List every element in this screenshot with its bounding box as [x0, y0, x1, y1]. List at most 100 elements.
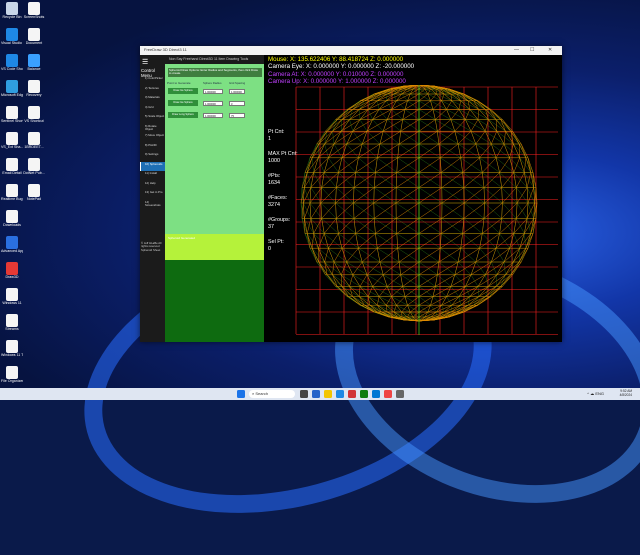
desktop-file-icon	[6, 158, 18, 171]
nav-item[interactable]: 3) Materials	[140, 95, 165, 105]
nav-list: 1) ColorPicker 2) Textures 3) Materials 4) …	[140, 76, 165, 209]
panel-header: Non Say Freehand Direct3D 11 Item Drawin…	[165, 55, 264, 64]
render-viewport[interactable]: Mouse: X: 135.622406 Y: 88.418724 Z: 0.0…	[264, 55, 562, 342]
spacing-input[interactable]: 75	[229, 112, 245, 118]
desktop-file-icon	[6, 314, 18, 327]
nav-item[interactable]: 2) Textures	[140, 86, 165, 96]
stat-label: Pt Cnt:	[268, 129, 285, 135]
stat-block: #Faces: 3274	[268, 195, 287, 209]
draw-sphere-button[interactable]: Draw Ice Sphere	[168, 100, 198, 106]
copyright-text: © Jeff HLaBe All rights reserved Spheroi…	[141, 241, 165, 252]
stat-value: 1634	[268, 180, 280, 186]
stat-label: Sel Pt:	[268, 239, 284, 245]
desktop-icon-label: Email Detail	[2, 171, 22, 175]
nav-extra-label: Spheroid Sheet	[141, 247, 161, 252]
tool-panel: Non Say Freehand Direct3D 11 Item Drawin…	[165, 55, 264, 342]
desktop-file-icon	[28, 106, 40, 119]
desktop-icon-label: Recovery	[26, 93, 42, 97]
nav-item[interactable]: 8) Plot3D	[140, 143, 165, 153]
desktop-icon-label: VS Shortcut	[24, 119, 44, 123]
spacing-input[interactable]: 1.000000	[229, 88, 245, 94]
panel-description: Spheroid Draw Options: Enter Radius and …	[168, 68, 262, 77]
close-button[interactable]: ✕	[548, 47, 552, 53]
draw-sphere-button[interactable]: Draw Long Sphere	[168, 112, 198, 118]
status-band: Spheroid Generated	[165, 234, 264, 260]
settings-icon[interactable]	[396, 390, 404, 398]
stat-label: #Faces:	[268, 195, 288, 201]
desktop-icon-label: Document	[25, 41, 43, 45]
radius-input[interactable]: 1.000000	[203, 88, 223, 94]
radius-input[interactable]: 1.000000	[203, 100, 223, 106]
hamburger-icon[interactable]: ☰	[142, 58, 148, 66]
clock[interactable]: 9:52 AM 4/8/2024	[620, 389, 632, 398]
widgets-icon[interactable]	[312, 390, 320, 398]
header-spacing: Grid Spacing	[229, 81, 246, 85]
stat-value: 37	[268, 224, 274, 230]
nav-item[interactable]: 1) ColorPicker	[140, 76, 165, 86]
desktop-file-icon	[6, 366, 18, 379]
desktop-icon-label: Windows 11 Troubleshoot	[1, 353, 23, 357]
header-radius: Sphere Radius	[203, 81, 222, 85]
desktop-file-icon	[28, 2, 40, 15]
desktop-file-icon	[6, 340, 18, 353]
desktop-icon-label: NotePad	[27, 197, 41, 201]
nav-item[interactable]: 10) Spheroids	[140, 161, 165, 171]
desktop-file-icon	[6, 80, 18, 93]
maximize-button[interactable]: ☐	[530, 47, 534, 53]
search-box[interactable]: ⌕ Search	[249, 390, 295, 398]
stat-block: #Pts: 1634	[268, 173, 280, 187]
spacing-input[interactable]: 3	[229, 100, 245, 106]
desktop-icon-label: DotNet Pub...	[23, 171, 45, 175]
desktop-icon-label: Recycle Bin	[2, 15, 22, 19]
mail-icon[interactable]	[372, 390, 380, 398]
store-icon[interactable]	[348, 390, 356, 398]
desktop-file-icon	[28, 54, 40, 67]
start-icon[interactable]	[237, 390, 245, 398]
draw-sphere-button[interactable]: Draw Ice Sphere	[168, 88, 198, 94]
desktop-file-icon	[28, 158, 40, 171]
desktop-icon-label: Balance	[27, 67, 41, 71]
stat-label: #Groups:	[268, 217, 291, 223]
desktop-icon[interactable]: NotePad	[23, 184, 45, 216]
minimize-button[interactable]: —	[514, 47, 519, 53]
nav-item[interactable]: 7) Move Object	[140, 133, 165, 143]
stat-value: 1	[268, 136, 271, 142]
desktop-file-icon	[6, 54, 18, 67]
nav-item[interactable]: 12) Help	[140, 181, 165, 191]
nav-item[interactable]: 13) Get in Pro	[140, 190, 165, 200]
group-label: Point to Generate	[167, 81, 191, 85]
wireframe-sphere	[295, 85, 558, 335]
clock-date: 4/8/2024	[619, 393, 632, 398]
title-bar[interactable]: FreeDraw 3D Direct3 11 — ☐ ✕	[140, 46, 562, 55]
sphere-mesh	[300, 85, 538, 335]
desktop-file-icon	[6, 288, 18, 301]
edge-icon[interactable]	[336, 390, 344, 398]
panel-title: Non Say Freehand Direct3D 11 Item Drawin…	[169, 57, 249, 61]
app-icon[interactable]	[360, 390, 368, 398]
nav-item[interactable]: 6) Rotate Object	[140, 124, 165, 134]
desktop-file-icon	[6, 106, 18, 119]
window-title: FreeDraw 3D Direct3 11	[144, 47, 187, 52]
camera-up: Camera Up: X: 0.000000 Y: 1.000000 Z: 0.…	[268, 78, 406, 85]
desktop-icon-label: Downloads	[3, 223, 21, 227]
nav-item[interactable]: 11) Install	[140, 171, 165, 181]
desktop-icon-label: Sentinel Shortcut	[1, 119, 23, 123]
nav-item[interactable]: 4) Grid	[140, 105, 165, 115]
system-tray[interactable]: ^ ☁ ENG	[587, 391, 604, 396]
file-explorer-icon[interactable]	[324, 390, 332, 398]
stat-value: 3274	[268, 202, 280, 208]
nav-item[interactable]: 14) Screenshots	[140, 200, 165, 210]
desktop-icon-label: Advanced Apps	[1, 249, 23, 253]
desktop-file-icon	[6, 262, 18, 275]
stat-label: #Pts:	[268, 173, 281, 179]
nav-item[interactable]: 9) Settings	[140, 152, 165, 162]
draw3d-taskbar-icon[interactable]	[384, 390, 392, 398]
desktop-icon-label: Visual Studio Code	[1, 41, 23, 45]
desktop-file-icon	[28, 80, 40, 93]
nav-item[interactable]: 5) Scale Object	[140, 114, 165, 124]
task-view-icon[interactable]	[300, 390, 308, 398]
desktop-file-icon	[28, 132, 40, 145]
radius-input[interactable]: 1.000000	[203, 112, 223, 118]
app-window: FreeDraw 3D Direct3 11 — ☐ ✕ ☰ Control M…	[140, 46, 562, 342]
desktop-file-icon	[6, 184, 18, 197]
